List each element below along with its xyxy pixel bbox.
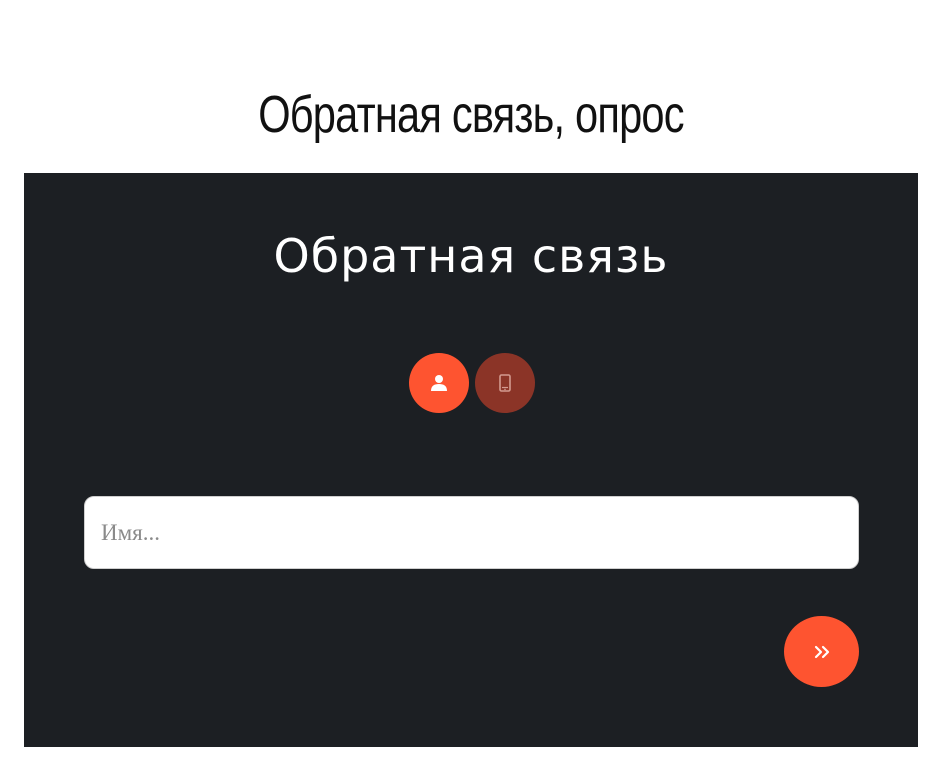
form-title: Обратная связь — [273, 229, 669, 283]
name-input[interactable] — [84, 496, 859, 569]
mobile-phone-icon — [499, 374, 511, 392]
step-indicator-phone[interactable] — [475, 353, 535, 413]
feedback-form-panel: Обратная связь — [24, 173, 918, 747]
double-chevron-right-icon — [814, 645, 829, 658]
user-icon — [431, 375, 447, 391]
step-indicator-name[interactable] — [409, 353, 469, 413]
next-step-button[interactable] — [784, 616, 859, 687]
page-title: Обратная связь, опрос — [258, 85, 684, 144]
